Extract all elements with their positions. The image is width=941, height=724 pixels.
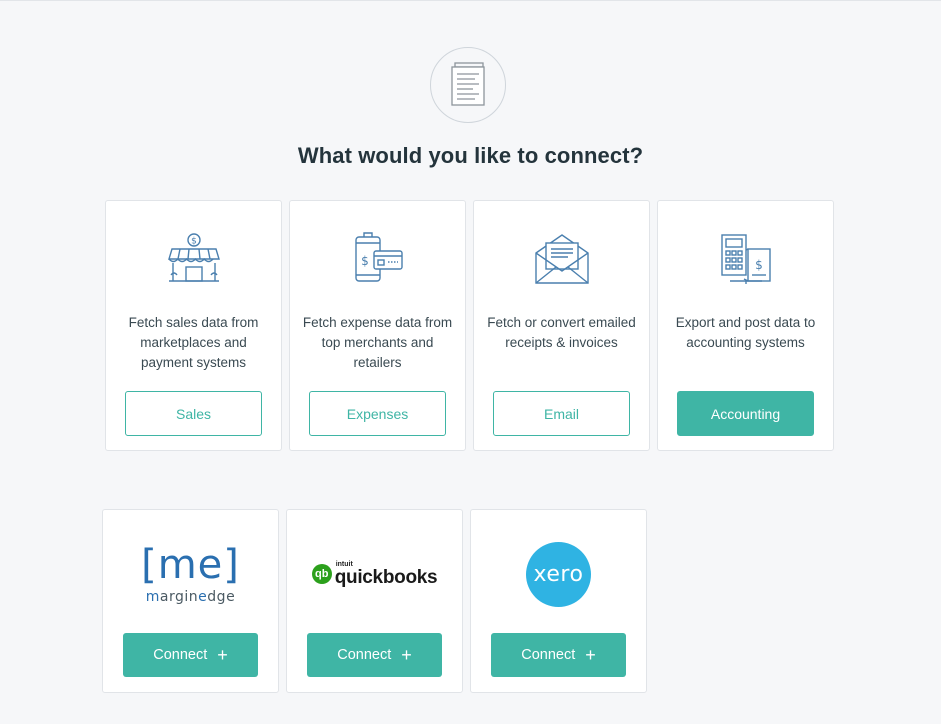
svg-text:$: $ <box>361 254 369 268</box>
email-button[interactable]: Email <box>493 391 630 436</box>
marginedge-logo: [me] marginedge <box>103 534 278 614</box>
quickbooks-badge-icon: qb <box>311 564 332 584</box>
sales-button[interactable]: Sales <box>125 391 262 436</box>
connection-type-description: Fetch sales data from marketplaces and p… <box>128 315 259 370</box>
calculator-ledger-icon: $ <box>658 231 833 291</box>
connection-type-description: Fetch expense data from top merchants an… <box>302 315 453 370</box>
integration-card-marginedge: [me] marginedge Connect + <box>102 509 279 693</box>
quickbooks-logo: qb intuit quickbooks <box>287 534 462 614</box>
svg-text:$: $ <box>191 237 197 247</box>
quickbooks-logo-wordmark: quickbooks <box>334 567 438 588</box>
connect-xero-button[interactable]: Connect + <box>491 633 626 677</box>
connect-button-label: Connect <box>153 647 208 663</box>
envelope-icon <box>474 231 649 291</box>
connect-button-label: Connect <box>337 647 392 663</box>
connection-type-card-email: Fetch or convert emailed receipts & invo… <box>473 200 650 451</box>
plus-icon: + <box>401 645 412 665</box>
phone-card-icon: $ <box>290 231 465 291</box>
connect-marginedge-button[interactable]: Connect + <box>123 633 258 677</box>
connection-type-card-expenses: $ Fetch expense data from top merchants … <box>289 200 466 451</box>
expenses-button[interactable]: Expenses <box>309 391 446 436</box>
xero-logo: xero <box>471 534 646 614</box>
plus-icon: + <box>217 645 228 665</box>
connect-button-label: Connect <box>521 647 576 663</box>
marginedge-logo-wordmark: marginedge <box>145 589 236 605</box>
document-list-icon <box>430 47 506 123</box>
svg-text:$: $ <box>755 258 763 272</box>
marginedge-logo-mark: [me] <box>141 542 240 588</box>
accounting-button[interactable]: Accounting <box>677 391 814 436</box>
connection-type-card-accounting: $ Export and post data to accounting sys… <box>657 200 834 451</box>
page: What would you like to connect? $ Fetch … <box>0 0 941 724</box>
connect-quickbooks-button[interactable]: Connect + <box>307 633 442 677</box>
integration-card-xero: xero Connect + <box>470 509 647 693</box>
connection-type-description: Fetch or convert emailed receipts & invo… <box>487 315 636 350</box>
connection-type-description: Export and post data to accounting syste… <box>675 315 816 350</box>
page-title: What would you like to connect? <box>297 143 644 168</box>
storefront-icon: $ <box>106 231 281 291</box>
connection-type-card-sales: $ Fetch sales data from marketplaces and… <box>105 200 282 451</box>
xero-logo-badge: xero <box>526 541 591 607</box>
plus-icon: + <box>585 645 596 665</box>
integration-card-quickbooks: qb intuit quickbooks Connect + <box>286 509 463 693</box>
